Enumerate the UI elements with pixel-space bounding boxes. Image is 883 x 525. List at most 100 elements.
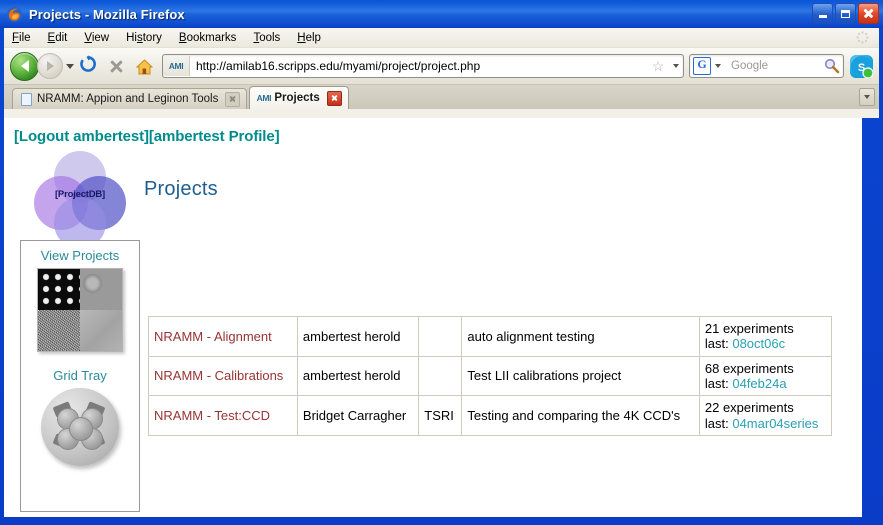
title-bar: Projects - Mozilla Firefox [0,0,883,28]
sidebar-item-grid-tray[interactable]: Grid Tray [21,352,139,466]
home-icon [135,58,154,74]
menu-bookmarks[interactable]: Bookmarks [179,32,237,44]
chevron-down-icon [715,64,721,68]
maximize-icon [841,9,850,18]
last-session-link[interactable]: 04mar04series [732,416,818,431]
ami-favicon: AMI [163,56,190,76]
project-experiments-cell: 21 experiments last: 08oct06c [698,316,833,357]
tab-nramm-appion-leginon-tools[interactable]: NRAMM: Appion and Leginon Tools [12,88,248,109]
experiments-count: 68 experiments [704,360,794,376]
skype-icon[interactable]: S [850,54,874,79]
table-row[interactable]: NRAMM - Alignment ambertest herold auto … [148,316,833,357]
micrograph-grid-thumbnail[interactable] [37,268,123,352]
search-bar[interactable]: G Google [689,54,844,78]
sidebar-item-label: Grid Tray [53,368,107,383]
close-button[interactable] [858,3,879,24]
thumbnail-quadrant [38,269,80,310]
back-button[interactable] [10,51,39,81]
project-experiments-cell: 22 experiments last: 04mar04series [698,395,833,436]
page-viewport: [Logout ambertest][ambertest Profile] [P… [4,118,862,517]
page-icon [20,92,33,106]
logout-link[interactable]: [Logout ambertest] [14,128,149,145]
window-title: Projects - Mozilla Firefox [29,6,185,22]
project-link[interactable]: NRAMM - Test:CCD [154,408,270,423]
forward-button [37,53,63,79]
stop-button [102,53,130,79]
thumbnail-quadrant [80,269,122,310]
table-row[interactable]: NRAMM - Test:CCD Bridget Carragher TSRI … [148,395,833,436]
project-link[interactable]: NRAMM - Alignment [154,329,272,344]
project-name-cell: NRAMM - Alignment [148,316,298,357]
last-session-link[interactable]: 04feb24a [732,376,786,391]
sidebar-item-view-projects[interactable]: View Projects [21,241,139,352]
home-button[interactable] [130,53,158,79]
thumbnail-quadrant [80,310,122,351]
menu-view[interactable]: View [84,32,109,44]
table-row[interactable]: NRAMM - Calibrations ambertest herold Te… [148,355,833,397]
arrow-left-icon [20,60,29,72]
projectdb-logo: [ProjectDB] [34,151,126,249]
minimize-icon [818,15,827,18]
menu-history[interactable]: History [126,32,162,44]
search-input[interactable]: Google [725,60,823,72]
tab-label: NRAMM: Appion and Leginon Tools [37,93,219,105]
project-link[interactable]: NRAMM - Calibrations [154,368,283,383]
bookmark-star-icon[interactable]: ☆ [647,59,669,73]
last-session-line: last: 04feb24a [705,376,826,391]
chevron-down-icon [864,95,870,99]
experiments-count: 22 experiments [704,400,794,416]
project-description-cell: Test LII calibrations project [461,355,700,397]
browser-window: Projects - Mozilla Firefox FFileile Edit… [0,0,883,525]
last-session-link[interactable]: 08oct06c [732,336,785,351]
arrow-right-icon [46,61,54,71]
reload-button[interactable] [74,53,102,79]
close-x-icon [109,59,124,74]
chevron-down-icon [673,64,679,68]
tab-label: Projects [274,92,320,104]
navigation-toolbar: AMI http://amilab16.scripps.edu/myami/pr… [4,48,879,85]
close-icon [863,8,874,19]
google-icon[interactable]: G [693,57,711,75]
search-icon[interactable] [823,58,843,74]
url-dropdown-button[interactable] [669,64,683,68]
menu-tools[interactable]: Tools [253,32,280,44]
project-owner-cell: ambertest herold [296,316,420,357]
menu-bar: FFileile Edit View History Bookmarks Too… [4,28,879,48]
profile-link[interactable]: [ambertest Profile] [149,128,280,145]
tab-close-icon[interactable] [225,91,241,107]
thumbnail-quadrant [38,310,80,351]
url-bar[interactable]: AMI http://amilab16.scripps.edu/myami/pr… [162,54,684,78]
project-name-cell: NRAMM - Calibrations [148,355,298,397]
minimize-button[interactable] [812,3,833,24]
sidebar-item-label: View Projects [40,248,120,263]
project-institution-cell [418,355,463,397]
list-all-tabs-button[interactable] [859,88,875,106]
firefox-icon [6,6,23,23]
ami-favicon: AMI [256,93,272,103]
logo-label: [ProjectDB] [54,189,106,200]
sidebar: View Projects Grid Tray [20,240,140,512]
project-owner-cell: Bridget Carragher [296,395,420,436]
project-owner-cell: ambertest herold [296,355,420,397]
project-experiments-cell: 68 experiments last: 04feb24a [698,355,833,397]
gear-icon[interactable] [856,31,869,44]
project-institution-cell [418,316,463,357]
tab-strip: NRAMM: Appion and Leginon Tools AMI Proj… [4,85,879,109]
menu-file[interactable]: FFileile [12,32,31,44]
grid-tray-thumbnail[interactable] [41,388,119,466]
tab-projects[interactable]: AMI Projects [249,86,349,109]
project-institution-cell: TSRI [418,395,463,436]
project-description-cell: Testing and comparing the 4K CCD's [461,395,700,436]
reload-icon [79,55,97,77]
chevron-down-icon[interactable] [66,63,74,69]
menu-help[interactable]: Help [297,32,321,44]
url-input[interactable]: http://amilab16.scripps.edu/myami/projec… [190,59,647,73]
menu-edit[interactable]: Edit [48,32,68,44]
last-label: last: [704,415,733,431]
last-session-line: last: 04mar04series [705,416,826,431]
last-label: last: [704,336,733,352]
last-session-line: last: 08oct06c [705,336,826,351]
maximize-button[interactable] [835,3,856,24]
search-engine-dropdown[interactable] [711,64,725,68]
tab-close-icon[interactable] [326,90,342,106]
